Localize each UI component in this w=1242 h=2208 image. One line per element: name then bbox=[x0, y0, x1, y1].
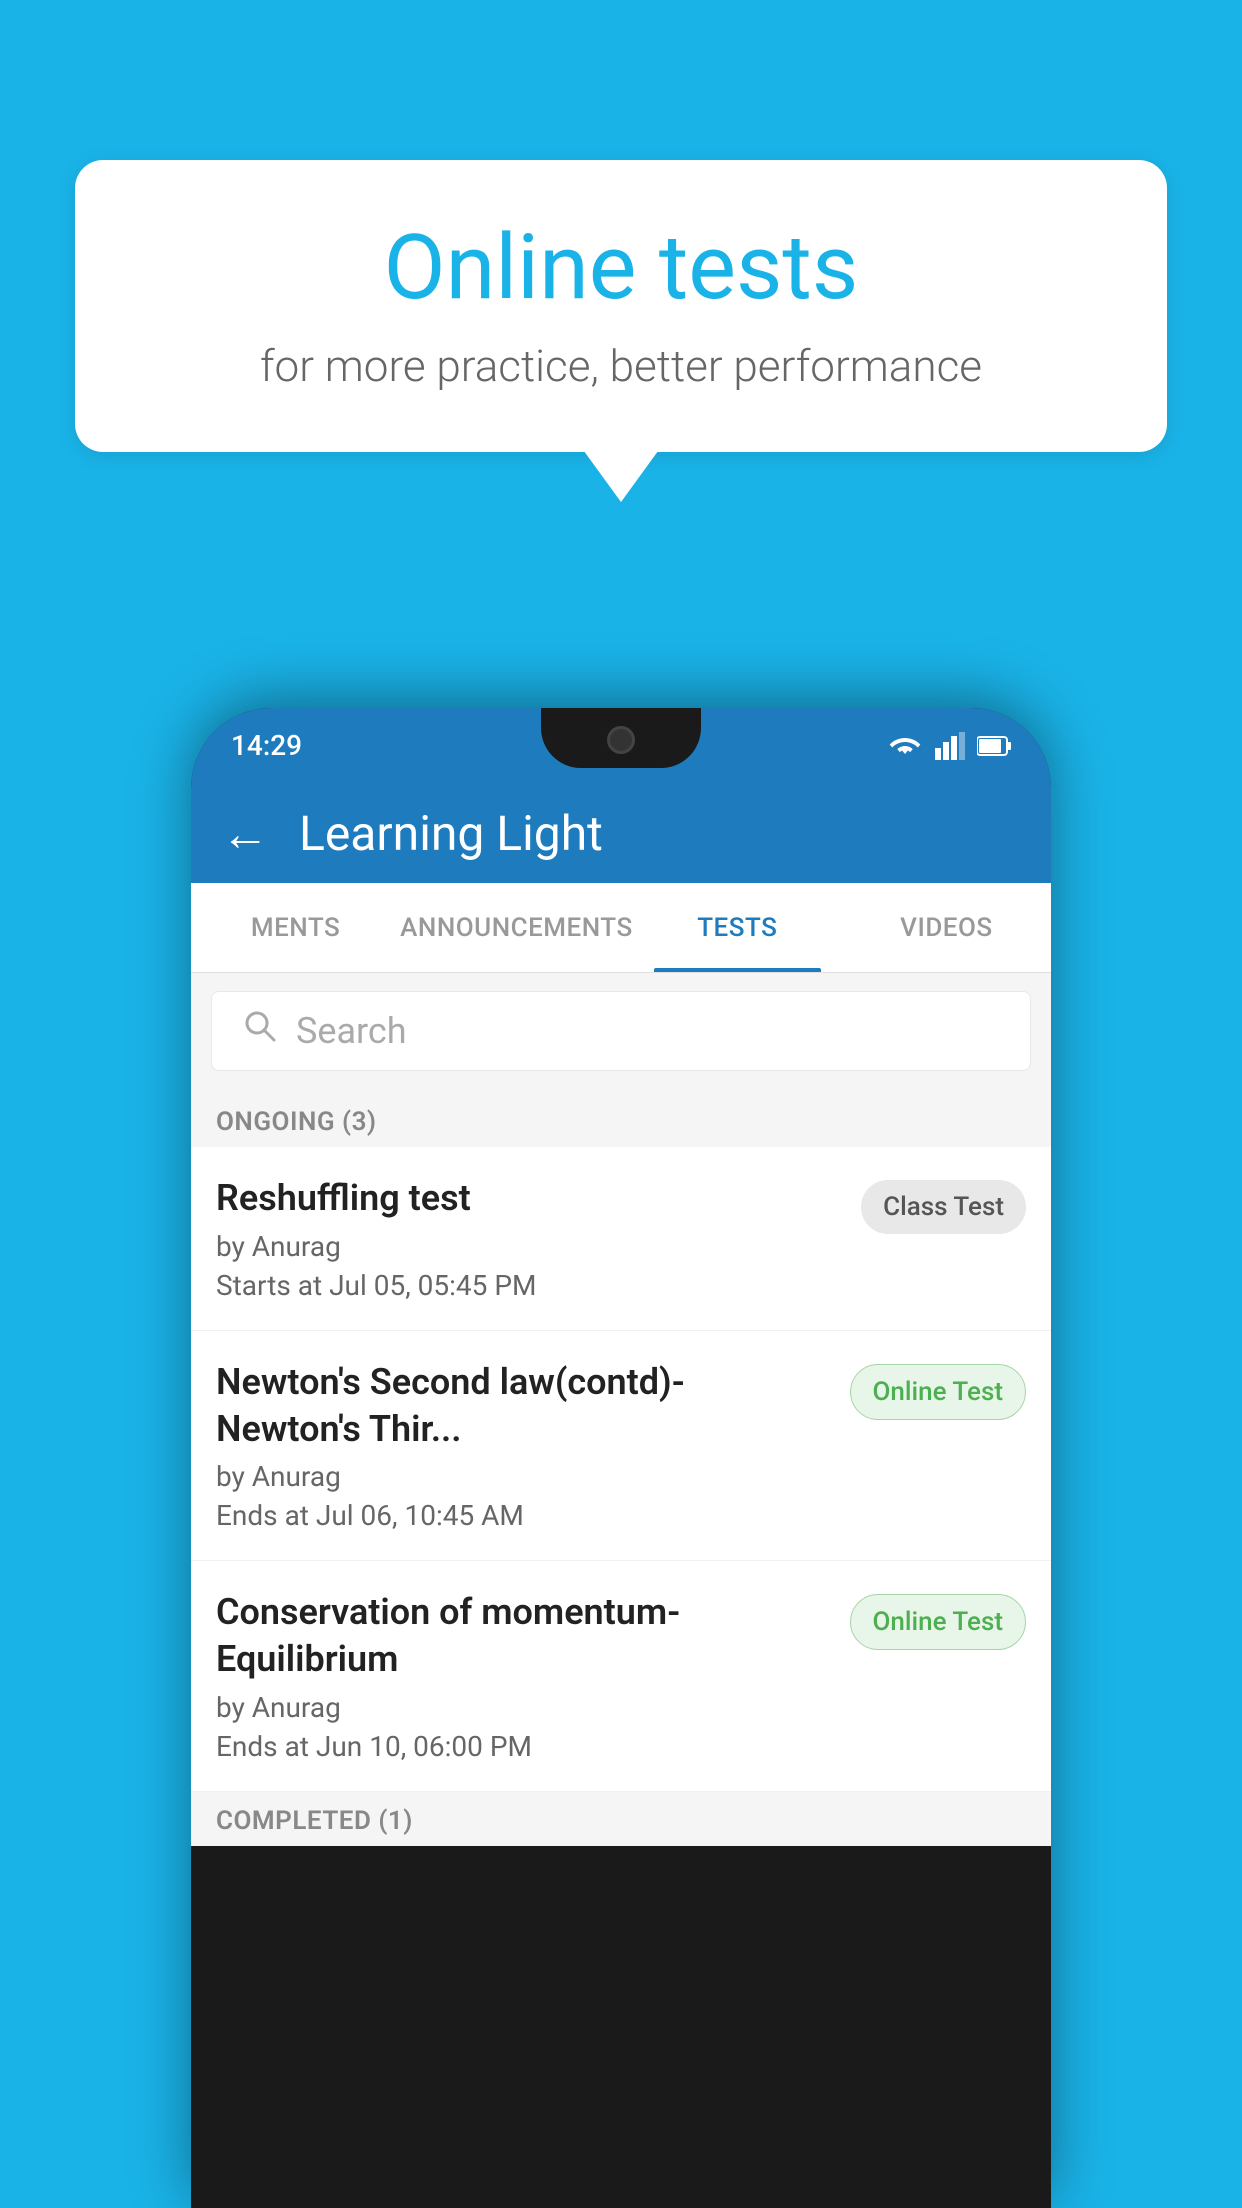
back-button[interactable]: ← bbox=[221, 805, 269, 862]
phone-frame: 14:29 bbox=[191, 708, 1051, 2208]
test-date: Starts at Jul 05, 05:45 PM bbox=[216, 1269, 841, 1302]
signal-icon bbox=[935, 732, 965, 760]
test-title: Conservation of momentum-Equilibrium bbox=[216, 1589, 830, 1683]
battery-icon bbox=[977, 735, 1011, 757]
test-info: Reshuffling test by Anurag Starts at Jul… bbox=[216, 1175, 861, 1302]
content-area: Search ONGOING (3) Reshuffling test by A… bbox=[191, 973, 1051, 1846]
app-header: ← Learning Light bbox=[191, 783, 1051, 883]
test-title: Newton's Second law(contd)-Newton's Thir… bbox=[216, 1359, 830, 1453]
test-info: Conservation of momentum-Equilibrium by … bbox=[216, 1589, 850, 1763]
tab-ments[interactable]: MENTS bbox=[191, 883, 400, 972]
tab-bar: MENTS ANNOUNCEMENTS TESTS VIDEOS bbox=[191, 883, 1051, 973]
ongoing-section-label: ONGOING (3) bbox=[191, 1089, 1051, 1147]
search-placeholder: Search bbox=[296, 1010, 407, 1052]
test-item[interactable]: Newton's Second law(contd)-Newton's Thir… bbox=[191, 1331, 1051, 1562]
status-time: 14:29 bbox=[231, 729, 302, 762]
tab-announcements[interactable]: ANNOUNCEMENTS bbox=[400, 883, 633, 972]
test-badge-online: Online Test bbox=[850, 1594, 1027, 1650]
status-bar: 14:29 bbox=[191, 708, 1051, 783]
test-info: Newton's Second law(contd)-Newton's Thir… bbox=[216, 1359, 850, 1533]
status-icons bbox=[887, 732, 1011, 760]
test-author: by Anurag bbox=[216, 1230, 841, 1263]
search-icon bbox=[242, 1008, 278, 1054]
tab-tests[interactable]: TESTS bbox=[633, 883, 842, 972]
test-badge-class: Class Test bbox=[861, 1180, 1026, 1234]
test-date: Ends at Jul 06, 10:45 AM bbox=[216, 1499, 830, 1532]
completed-section-label: COMPLETED (1) bbox=[191, 1792, 1051, 1846]
app-header-title: Learning Light bbox=[299, 805, 603, 862]
test-author: by Anurag bbox=[216, 1691, 830, 1724]
speech-bubble: Online tests for more practice, better p… bbox=[75, 160, 1167, 452]
test-author: by Anurag bbox=[216, 1460, 830, 1493]
camera-notch bbox=[607, 726, 635, 754]
search-container: Search bbox=[191, 973, 1051, 1089]
test-item[interactable]: Reshuffling test by Anurag Starts at Jul… bbox=[191, 1147, 1051, 1331]
wifi-icon bbox=[887, 732, 923, 760]
bubble-subtitle: for more practice, better performance bbox=[135, 340, 1107, 392]
tab-videos[interactable]: VIDEOS bbox=[842, 883, 1051, 972]
test-title: Reshuffling test bbox=[216, 1175, 841, 1222]
test-badge-online: Online Test bbox=[850, 1364, 1027, 1420]
test-date: Ends at Jun 10, 06:00 PM bbox=[216, 1730, 830, 1763]
test-item[interactable]: Conservation of momentum-Equilibrium by … bbox=[191, 1561, 1051, 1792]
phone-notch bbox=[541, 708, 701, 768]
bubble-title: Online tests bbox=[135, 215, 1107, 320]
search-bar[interactable]: Search bbox=[211, 991, 1031, 1071]
